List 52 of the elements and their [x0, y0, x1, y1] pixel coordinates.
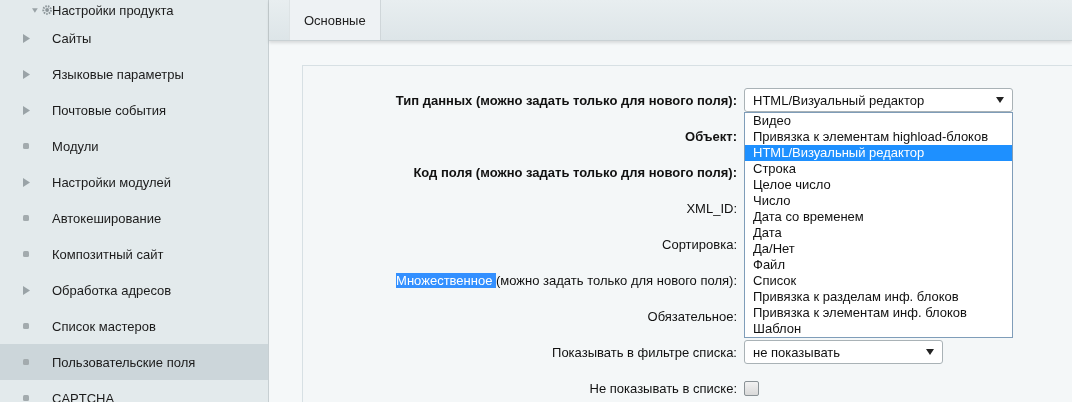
sidebar-item[interactable]: Сайты	[0, 20, 268, 56]
arrow-icon	[22, 177, 30, 187]
sidebar-item[interactable]: Автокеширование	[0, 200, 268, 236]
tab[interactable]: Основные	[289, 0, 381, 40]
sidebar-item-label: Обработка адресов	[52, 282, 172, 298]
bullet-icon	[23, 143, 29, 149]
sidebar-item[interactable]: CAPTCHA	[0, 380, 268, 402]
sidebar-item[interactable]: Список мастеров	[0, 308, 268, 344]
sidebar-item-label: Настройки модулей	[52, 174, 172, 190]
bullet-icon	[23, 215, 29, 221]
sidebar-item-label: Настройки продукта	[52, 2, 174, 18]
sidebar-item-label: Сайты	[52, 30, 92, 46]
bullet-icon	[23, 395, 29, 401]
sidebar-item[interactable]: Модули	[0, 128, 268, 164]
sidebar-item[interactable]: Обработка адресов	[0, 272, 268, 308]
bullet-icon	[23, 323, 29, 329]
sidebar-item-label: Почтовые события	[52, 102, 167, 118]
field-label: Код поля (можно задать только для нового поля):	[413, 164, 737, 180]
sidebar-item[interactable]: Настройки продукта	[0, 0, 268, 20]
sidebar-item-label: Языковые параметры	[52, 66, 184, 82]
field-label: Множественное (можно задать только для нового поля):	[396, 272, 737, 288]
checkbox[interactable]	[744, 380, 759, 396]
field-label: Объект:	[685, 128, 737, 144]
caret-icon	[926, 349, 934, 355]
arrow-icon	[32, 6, 38, 14]
caret-icon	[996, 97, 1004, 103]
sidebar-item-label: Пользовательские поля	[52, 354, 196, 370]
sidebar-item[interactable]: Настройки модулей	[0, 164, 268, 200]
sidebar-item-label: Модули	[52, 138, 99, 154]
arrow-icon	[22, 285, 30, 295]
select-field[interactable]: не показывать	[744, 340, 943, 364]
field-label: Обязательное:	[647, 308, 737, 324]
sidebar-item-label: Композитный сайт	[52, 246, 164, 262]
sidebar-item-label: Список мастеров	[52, 318, 156, 334]
sidebar-item[interactable]: Композитный сайт	[0, 236, 268, 272]
sidebar-item[interactable]: Языковые параметры	[0, 56, 268, 92]
bullet-icon	[23, 251, 29, 257]
arrow-icon	[22, 69, 30, 79]
sidebar-item-label: CAPTCHA	[52, 390, 115, 402]
field-label: Сортировка:	[662, 236, 737, 252]
field-label: Показывать в фильтре списка:	[552, 344, 737, 360]
select-field[interactable]: HTML/Визуальный редактор	[744, 88, 1013, 112]
sidebar-item[interactable]: Пользовательские поля	[0, 344, 268, 380]
bullet-icon	[23, 359, 29, 365]
field-label: Тип данных (можно задать только для нового поля):	[395, 92, 737, 108]
arrow-icon	[22, 105, 30, 115]
gear-icon	[41, 2, 52, 18]
arrow-icon	[22, 33, 30, 43]
field-label: Не показывать в списке:	[589, 380, 737, 396]
sidebar-item[interactable]: Почтовые события	[0, 92, 268, 128]
field-label: XML_ID:	[686, 200, 737, 216]
sidebar-item-label: Автокеширование	[52, 210, 162, 226]
